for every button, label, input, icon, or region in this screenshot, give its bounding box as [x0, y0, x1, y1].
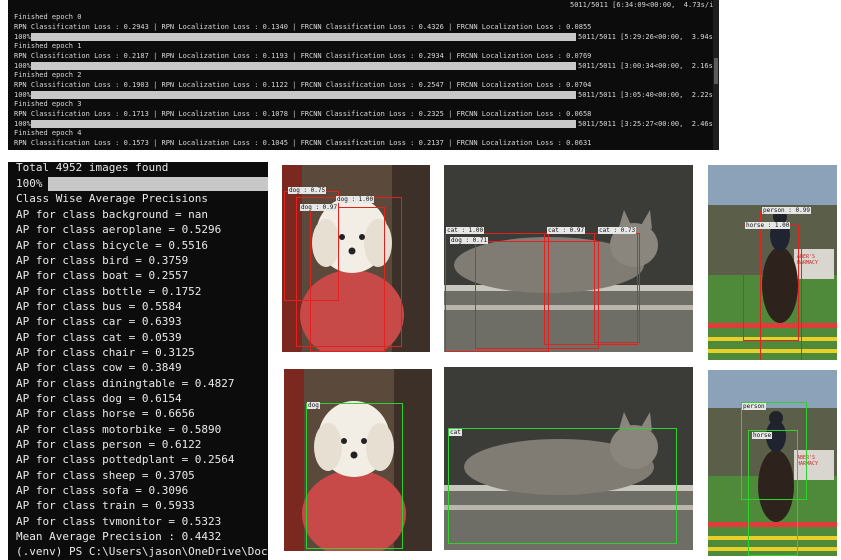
epoch-losses: RPN Classification Loss : 0.1573 | RPN L…	[14, 139, 592, 147]
prediction-label: person : 0.99	[762, 207, 811, 214]
ap-row: AP for class motorbike = 0.5890	[16, 423, 222, 436]
prediction-label: dog : 0.71	[450, 237, 489, 244]
prediction-box	[743, 225, 799, 341]
ap-header: Class Wise Average Precisions	[16, 192, 209, 205]
cat-groundtruth-image: cat	[444, 367, 693, 550]
ap-row: AP for class person = 0.6122	[16, 438, 202, 451]
ap-row: AP for class boat = 0.2557	[16, 269, 189, 282]
progress-status: 5011/5011 [3:05:40<00:00, 2.22s/it]	[578, 91, 719, 99]
ap-row: AP for class car = 0.6393	[16, 315, 182, 328]
progress-fill	[31, 62, 576, 70]
eval-progress-pct: 100%	[16, 177, 43, 190]
groundtruth-label: person	[742, 403, 766, 410]
progress-status: 5011/5011 [5:29:26<00:00, 3.94s/it]	[578, 33, 719, 41]
epoch-losses: RPN Classification Loss : 0.2943 | RPN L…	[14, 23, 592, 31]
ap-row: AP for class dog = 0.6154	[16, 392, 182, 405]
epoch-finished: Finished epoch 0	[14, 13, 82, 21]
epoch-finished: Finished epoch 2	[14, 71, 82, 79]
epoch-finished: Finished epoch 3	[14, 100, 82, 108]
ap-row: AP for class train = 0.5933	[16, 499, 195, 512]
prediction-label: horse : 1.00	[745, 222, 791, 229]
groundtruth-label: dog	[307, 402, 320, 409]
progress-fill	[31, 33, 576, 41]
horse-prediction-image: ABER'S HARMACY person : 0.99 horse : 1.0…	[708, 165, 837, 360]
dog-prediction-image: dog : 0.75 dog : 1.00 dog : 0.97	[282, 165, 430, 352]
ap-row: AP for class bird = 0.3759	[16, 254, 189, 267]
epoch-finished: Finished epoch 1	[14, 42, 82, 50]
images-found: Total 4952 images found	[16, 162, 169, 174]
scrollbar-thumb[interactable]	[714, 58, 718, 84]
cat-prediction-image: cat : 1.00 dog : 0.71 cat : 0.97 cat : 0…	[444, 165, 693, 352]
epoch-losses: RPN Classification Loss : 0.2187 | RPN L…	[14, 52, 592, 60]
prediction-box	[594, 233, 640, 343]
ap-row: AP for class pottedplant = 0.2564	[16, 453, 235, 466]
ap-row: AP for class background = nan	[16, 208, 209, 221]
ap-row: AP for class sofa = 0.3096	[16, 484, 189, 497]
ap-row: AP for class diningtable = 0.4827	[16, 377, 235, 390]
prediction-box	[310, 207, 385, 352]
ap-row: AP for class sheep = 0.3705	[16, 469, 195, 482]
terminal-scrollbar[interactable]	[713, 0, 719, 150]
prediction-label: dog : 0.75	[288, 187, 327, 194]
ap-row: AP for class horse = 0.6656	[16, 407, 195, 420]
prediction-label: cat : 1.00	[446, 227, 485, 234]
ap-row: AP for class chair = 0.3125	[16, 346, 195, 359]
ap-row: AP for class bus = 0.5584	[16, 300, 182, 313]
ap-row: AP for class bottle = 0.1752	[16, 285, 202, 298]
ap-row: AP for class cat = 0.0539	[16, 331, 182, 344]
groundtruth-box	[748, 430, 798, 556]
progress-fill	[31, 120, 576, 128]
dog-groundtruth-image: dog	[284, 369, 432, 551]
horse-groundtruth-image: ABER'S HARMACY person horse	[708, 370, 837, 556]
ap-row: AP for class tvmonitor = 0.5323	[16, 515, 222, 528]
progress-status: 5011/5011 [3:00:34<00:00, 2.16s/it]	[578, 62, 719, 70]
groundtruth-label: cat	[449, 429, 462, 436]
mean-average-precision: Mean Average Precision : 0.4432	[16, 530, 222, 543]
groundtruth-label: horse	[752, 432, 773, 439]
prediction-label: dog : 1.00	[336, 196, 375, 203]
progress-status: 5011/5011 [3:25:27<00:00, 2.46s/it]	[578, 120, 719, 128]
groundtruth-box	[448, 428, 677, 544]
epoch-finished: Finished epoch 4	[14, 129, 82, 137]
shell-prompt[interactable]: (.venv) PS C:\Users\jason\OneDrive\Docum	[16, 544, 268, 559]
training-terminal: 5011/5011 [6:34:09<00:00, 4.73s/it] Fini…	[8, 0, 719, 150]
prediction-label: cat : 0.73	[598, 227, 637, 234]
evaluation-terminal: Total 4952 images found 100% Class Wise …	[8, 162, 268, 560]
prediction-label: cat : 0.97	[547, 227, 586, 234]
epoch-losses: RPN Classification Loss : 0.1713 | RPN L…	[14, 110, 592, 118]
prediction-label: dog : 0.97	[300, 204, 339, 211]
ap-row: AP for class bicycle = 0.5516	[16, 239, 209, 252]
top-status: 5011/5011 [6:34:09<00:00, 4.73s/it]	[570, 1, 719, 9]
progress-fill	[31, 91, 576, 99]
ap-row: AP for class cow = 0.3849	[16, 361, 182, 374]
eval-progress-fill	[48, 177, 268, 191]
epoch-losses: RPN Classification Loss : 0.1903 | RPN L…	[14, 81, 592, 89]
groundtruth-box	[306, 403, 403, 549]
ap-row: AP for class aeroplane = 0.5296	[16, 223, 222, 236]
